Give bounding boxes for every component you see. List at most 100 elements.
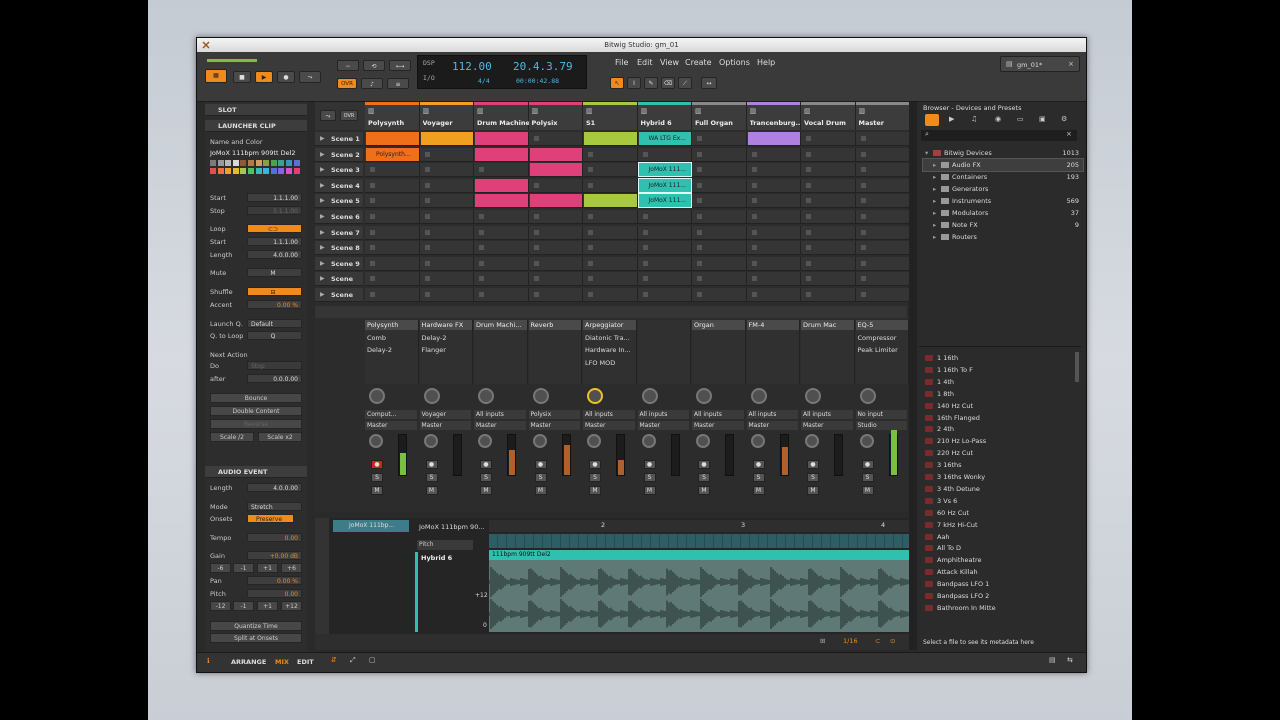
preset-item[interactable]: 3 16ths	[921, 459, 1071, 471]
preset-item[interactable]: Bandpass LFO 2	[921, 590, 1071, 602]
scene-play-icon[interactable]: ▶	[320, 182, 325, 189]
preset-item[interactable]: 1 16th To F	[921, 364, 1071, 376]
color-swatch[interactable]	[225, 168, 232, 174]
pan-knob[interactable]	[587, 388, 603, 404]
position-display[interactable]: 20.4.3.79	[513, 60, 573, 73]
menu-create[interactable]: Create	[685, 58, 712, 67]
clip-slot[interactable]	[855, 272, 910, 287]
tree-item[interactable]: ▸ Modulators 37	[923, 207, 1083, 219]
expand-icon[interactable]: ▸	[933, 183, 936, 195]
slot-stop-icon[interactable]	[806, 198, 811, 204]
slot-stop-icon[interactable]	[697, 292, 702, 297]
preset-item[interactable]: 3 16ths Wonky	[921, 471, 1071, 483]
preset-item[interactable]: 210 Hz Lo-Pass	[921, 435, 1071, 447]
solo-button[interactable]: S	[752, 473, 765, 482]
clip[interactable]	[529, 163, 582, 177]
pitch-lane-select[interactable]: Pitch	[417, 540, 473, 550]
clip-slot[interactable]	[583, 225, 638, 240]
tree-item[interactable]: ▸ Audio FX 205	[922, 158, 1084, 172]
clip-slot[interactable]	[583, 163, 638, 178]
clip-slot[interactable]	[746, 210, 801, 224]
record-button[interactable]: ●	[277, 71, 295, 83]
slot-stop-icon[interactable]	[479, 260, 484, 266]
color-swatch[interactable]	[286, 168, 292, 174]
output-select[interactable]: Master	[746, 421, 798, 430]
color-swatch[interactable]	[225, 160, 232, 166]
preset-item[interactable]: 220 Hz Cut	[921, 447, 1071, 459]
clip-slot[interactable]	[637, 241, 692, 256]
accent-field[interactable]: 0.00 %	[247, 300, 302, 309]
pan-knob[interactable]	[478, 388, 494, 404]
mode-select[interactable]: Stretch	[247, 502, 302, 511]
scene-play-icon[interactable]: ▶	[320, 197, 325, 204]
output-select[interactable]: Master	[637, 421, 689, 430]
slot-stop-icon[interactable]	[860, 276, 866, 282]
device-name[interactable]: Hardware In...	[585, 346, 631, 354]
color-swatch[interactable]	[278, 168, 285, 174]
slot-stop-icon[interactable]	[588, 214, 593, 219]
clip[interactable]	[584, 132, 637, 145]
slot-stop-icon[interactable]	[424, 260, 430, 266]
clip-slot[interactable]	[583, 147, 638, 162]
scale-half-button[interactable]: Scale /2	[210, 432, 254, 442]
menu-options[interactable]: Options	[719, 58, 750, 67]
zoom-icon[interactable]: ⊙	[890, 637, 895, 645]
track-header[interactable]: ▥ Vocal Drum	[801, 102, 856, 130]
solo-button[interactable]: S	[534, 473, 547, 482]
arm-button[interactable]: ●	[589, 460, 601, 469]
grid-icon[interactable]: ▦	[205, 69, 227, 83]
slot-stop-icon[interactable]	[751, 260, 757, 266]
clip[interactable]	[529, 147, 582, 161]
mute-button[interactable]: M	[698, 486, 710, 495]
slot-stop-icon[interactable]	[370, 167, 375, 173]
scene-play-icon[interactable]: ▶	[320, 135, 325, 142]
slot-stop-icon[interactable]	[424, 214, 430, 219]
clip-slot[interactable]	[528, 256, 583, 271]
slot-stop-icon[interactable]	[751, 182, 757, 188]
clip-slot[interactable]	[692, 178, 747, 193]
track-header[interactable]: ▥ Hybrid 6	[637, 102, 692, 130]
color-swatches[interactable]	[210, 160, 302, 182]
clip-slot[interactable]	[692, 210, 747, 224]
clip-slot[interactable]	[474, 210, 529, 224]
slot-stop-icon[interactable]	[642, 214, 648, 219]
slot-stop-icon[interactable]	[751, 276, 757, 282]
launcher-ovr-button[interactable]: OVR	[340, 110, 358, 121]
color-swatch[interactable]	[263, 168, 270, 174]
knife-tool-icon[interactable]: ⟋	[678, 77, 692, 89]
preset-item[interactable]: 1 4th	[921, 376, 1071, 388]
solo-button[interactable]: S	[371, 473, 383, 482]
ae-length-field[interactable]: 4.0.0.00	[247, 483, 302, 492]
stop-button[interactable]: ■	[233, 71, 251, 83]
scene-play-icon[interactable]: ▶	[320, 213, 325, 220]
slot-stop-icon[interactable]	[479, 292, 484, 297]
slot-stop-icon[interactable]	[642, 245, 648, 251]
volume-knob[interactable]	[369, 434, 383, 448]
expand-icon[interactable]: ▸	[933, 195, 936, 207]
slot-stop-icon[interactable]	[588, 245, 593, 251]
ovr-button[interactable]: OVR	[337, 78, 357, 89]
menu-view[interactable]: View	[660, 58, 679, 67]
clip-slot[interactable]	[365, 163, 420, 178]
slot-stop-icon[interactable]	[479, 245, 484, 251]
preset-item[interactable]: All To D	[921, 542, 1071, 554]
output-select[interactable]: Master	[692, 421, 744, 430]
volume-knob[interactable]	[478, 434, 492, 448]
device-name[interactable]: Delay-2	[367, 346, 392, 354]
slot-stop-icon[interactable]	[533, 276, 539, 282]
slot-stop-icon[interactable]	[588, 276, 593, 282]
clip-slot[interactable]	[528, 288, 583, 302]
slot-stop-icon[interactable]	[479, 276, 484, 282]
device-view-icon[interactable]: ⤢	[350, 656, 356, 665]
slot-stop-icon[interactable]	[697, 167, 702, 173]
time-select-tool-icon[interactable]: I	[627, 77, 641, 89]
slot-stop-icon[interactable]	[424, 182, 430, 188]
menu-help[interactable]: Help	[757, 58, 775, 67]
scale-double-button[interactable]: Scale x2	[258, 432, 302, 442]
clear-search-icon[interactable]: ×	[1066, 130, 1072, 138]
color-swatch[interactable]	[286, 160, 292, 166]
clip[interactable]	[420, 132, 473, 145]
slot-stop-icon[interactable]	[588, 229, 593, 235]
clip-slot[interactable]	[528, 225, 583, 240]
pitch-plus1-button[interactable]: +1	[257, 601, 278, 611]
